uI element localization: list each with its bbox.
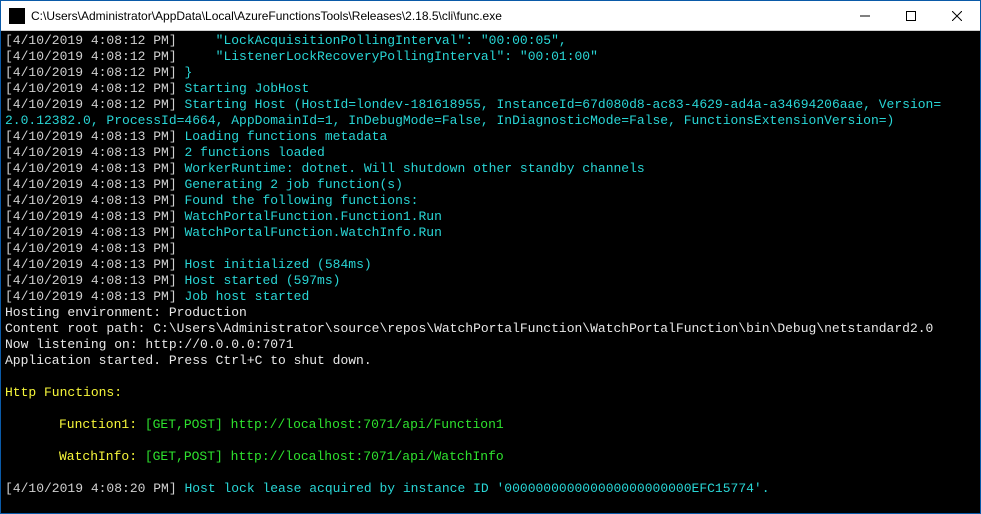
timestamp: [4/10/2019 4:08:13 PM] [5, 241, 184, 256]
minimize-button[interactable] [842, 1, 888, 30]
log-text: Host lock lease acquired by instance ID … [184, 481, 769, 496]
log-text: Host started (597ms) [184, 273, 340, 288]
log-text: 2 functions loaded [184, 145, 324, 160]
timestamp: [4/10/2019 4:08:13 PM] [5, 289, 184, 304]
function-url: http://localhost:7071/api/WatchInfo [231, 449, 504, 464]
timestamp: [4/10/2019 4:08:13 PM] [5, 257, 184, 272]
function-name: WatchInfo: [59, 449, 145, 464]
log-text: WatchPortalFunction.Function1.Run [184, 209, 441, 224]
timestamp: [4/10/2019 4:08:12 PM] [5, 33, 184, 48]
timestamp: [4/10/2019 4:08:12 PM] [5, 81, 184, 96]
log-text: WatchPortalFunction.WatchInfo.Run [184, 225, 441, 240]
log-line: [4/10/2019 4:08:12 PM] "ListenerLockReco… [5, 49, 976, 65]
log-text: 2.0.12382.0, ProcessId=4664, AppDomainId… [5, 113, 894, 128]
blank-line [5, 401, 976, 417]
log-line: [4/10/2019 4:08:12 PM] Starting Host (Ho… [5, 97, 976, 113]
maximize-button[interactable] [888, 1, 934, 30]
function-entry: WatchInfo: [GET,POST] http://localhost:7… [5, 449, 976, 465]
timestamp: [4/10/2019 4:08:12 PM] [5, 97, 184, 112]
log-line: [4/10/2019 4:08:13 PM] Loading functions… [5, 129, 976, 145]
terminal-output[interactable]: [4/10/2019 4:08:12 PM] "LockAcquisitionP… [1, 31, 980, 513]
log-line: Hosting environment: Production [5, 305, 976, 321]
log-text: Hosting environment: Production [5, 305, 247, 320]
log-text: WorkerRuntime: dotnet. Will shutdown oth… [184, 161, 644, 176]
timestamp: [4/10/2019 4:08:13 PM] [5, 225, 184, 240]
window-controls [842, 1, 980, 30]
log-text: "LockAcquisitionPollingInterval": "00:00… [184, 33, 566, 48]
log-line: [4/10/2019 4:08:13 PM] Job host started [5, 289, 976, 305]
blank-line [5, 433, 976, 449]
blank-line [5, 369, 976, 385]
log-line: [4/10/2019 4:08:13 PM] WatchPortalFuncti… [5, 209, 976, 225]
log-text: Generating 2 job function(s) [184, 177, 402, 192]
log-line: [4/10/2019 4:08:13 PM] WatchPortalFuncti… [5, 225, 976, 241]
log-line: [4/10/2019 4:08:13 PM] 2 functions loade… [5, 145, 976, 161]
log-line: 2.0.12382.0, ProcessId=4664, AppDomainId… [5, 113, 976, 129]
log-line: [4/10/2019 4:08:13 PM] WorkerRuntime: do… [5, 161, 976, 177]
timestamp: [4/10/2019 4:08:13 PM] [5, 129, 184, 144]
log-line: Now listening on: http://0.0.0.0:7071 [5, 337, 976, 353]
log-line: [4/10/2019 4:08:13 PM] Generating 2 job … [5, 177, 976, 193]
log-line: [4/10/2019 4:08:20 PM] Host lock lease a… [5, 481, 976, 497]
log-text: Now listening on: http://0.0.0.0:7071 [5, 337, 294, 352]
function-url: http://localhost:7071/api/Function1 [231, 417, 504, 432]
log-line: [4/10/2019 4:08:13 PM] Host started (597… [5, 273, 976, 289]
log-text: Job host started [184, 289, 309, 304]
log-line: [4/10/2019 4:08:12 PM] } [5, 65, 976, 81]
timestamp: [4/10/2019 4:08:13 PM] [5, 177, 184, 192]
log-line: Content root path: C:\Users\Administrato… [5, 321, 976, 337]
titlebar: C:\Users\Administrator\AppData\Local\Azu… [1, 1, 980, 31]
timestamp: [4/10/2019 4:08:13 PM] [5, 273, 184, 288]
function-methods: [GET,POST] [145, 449, 231, 464]
function-entry: Function1: [GET,POST] http://localhost:7… [5, 417, 976, 433]
timestamp: [4/10/2019 4:08:13 PM] [5, 161, 184, 176]
timestamp: [4/10/2019 4:08:12 PM] [5, 49, 184, 64]
log-line: [4/10/2019 4:08:12 PM] "LockAcquisitionP… [5, 33, 976, 49]
http-functions-header: Http Functions: [5, 385, 976, 401]
log-text: Application started. Press Ctrl+C to shu… [5, 353, 372, 368]
log-line: [4/10/2019 4:08:13 PM] Host initialized … [5, 257, 976, 273]
close-button[interactable] [934, 1, 980, 30]
app-icon [9, 8, 25, 24]
function-methods: [GET,POST] [145, 417, 231, 432]
log-text: Found the following functions: [184, 193, 418, 208]
log-text: Loading functions metadata [184, 129, 387, 144]
log-line: Application started. Press Ctrl+C to shu… [5, 353, 976, 369]
timestamp: [4/10/2019 4:08:13 PM] [5, 209, 184, 224]
timestamp: [4/10/2019 4:08:13 PM] [5, 193, 184, 208]
timestamp: [4/10/2019 4:08:20 PM] [5, 481, 184, 496]
log-line: [4/10/2019 4:08:13 PM] [5, 241, 976, 257]
log-line: [4/10/2019 4:08:12 PM] Starting JobHost [5, 81, 976, 97]
log-text: Host initialized (584ms) [184, 257, 371, 272]
window-title: C:\Users\Administrator\AppData\Local\Azu… [31, 9, 842, 23]
function-name: Function1: [59, 417, 145, 432]
log-text: Content root path: C:\Users\Administrato… [5, 321, 933, 336]
blank-line [5, 465, 976, 481]
log-text: Starting JobHost [184, 81, 309, 96]
log-text: "ListenerLockRecoveryPollingInterval": "… [184, 49, 597, 64]
timestamp: [4/10/2019 4:08:12 PM] [5, 65, 184, 80]
log-text: } [184, 65, 192, 80]
log-line: [4/10/2019 4:08:13 PM] Found the followi… [5, 193, 976, 209]
timestamp: [4/10/2019 4:08:13 PM] [5, 145, 184, 160]
log-text: Starting Host (HostId=londev-181618955, … [184, 97, 941, 112]
